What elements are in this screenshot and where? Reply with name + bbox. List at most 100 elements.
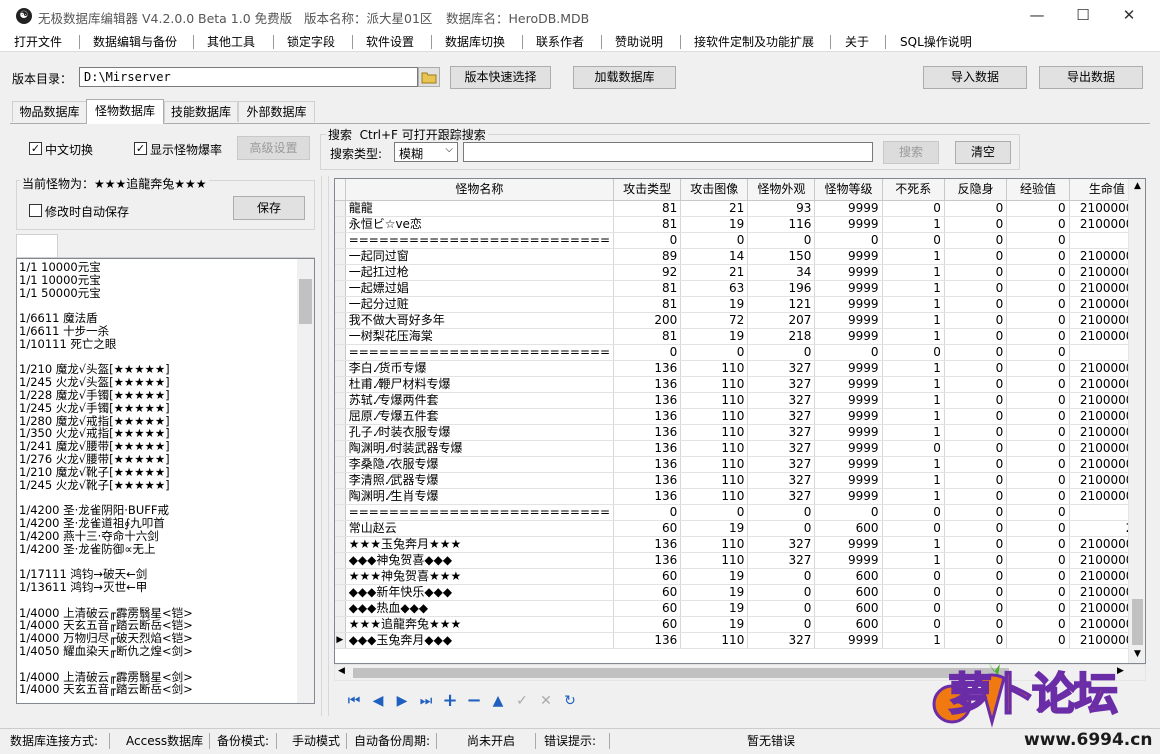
tab-skills-db[interactable]: 技能数据库 <box>164 101 238 122</box>
table-cell[interactable]: 0 <box>747 504 816 521</box>
scroll-thumb[interactable] <box>299 279 312 324</box>
table-cell[interactable]: 0 <box>1006 440 1070 457</box>
table-row[interactable]: 我不做大哥好多年 200 72 207 9999 1 0 0 21000000 <box>335 312 1145 329</box>
table-row[interactable]: ◆◆◆新年快乐◆◆◆ 60 19 0 600 0 0 0 21000000 <box>335 584 1145 601</box>
table-cell[interactable]: 1 <box>882 264 945 281</box>
table-cell[interactable]: 0 <box>814 232 883 249</box>
menu-open-file[interactable]: 打开文件 <box>14 33 62 50</box>
table-cell[interactable]: ◆◆◆神兔贺喜◆◆◆ <box>345 552 615 569</box>
column-header[interactable]: 反隐身 <box>944 179 1008 201</box>
column-header[interactable]: 怪物名称 <box>345 179 615 201</box>
row-indicator[interactable] <box>335 376 346 393</box>
drop-list-item[interactable]: 1/4200 圣·龙雀防御∝无上 <box>19 542 299 556</box>
table-cell[interactable]: 60 <box>613 568 682 585</box>
table-cell[interactable]: 0 <box>944 568 1008 585</box>
table-cell[interactable]: 0 <box>747 616 816 633</box>
table-cell[interactable]: 0 <box>944 296 1008 313</box>
table-cell[interactable]: 1 <box>882 536 945 553</box>
menu-custom-dev[interactable]: 接软件定制及功能扩展 <box>694 33 814 50</box>
table-cell[interactable]: 150 <box>747 248 816 265</box>
table-cell[interactable]: 9999 <box>814 296 883 313</box>
drop-list-item[interactable]: 1/4050 耀血染天╓断仇之煌<剑> <box>19 645 299 658</box>
tab-monster-db[interactable]: 怪物数据库 <box>86 99 164 124</box>
table-cell[interactable]: 110 <box>680 632 749 649</box>
table-row[interactable]: 孔子.⁄时装衣服专爆 136 110 327 9999 1 0 0 21000000 <box>335 424 1145 441</box>
drop-list-item[interactable]: 1/245 火龙√靴子[★★★★★] <box>19 478 299 492</box>
table-cell[interactable]: ========================== <box>345 504 615 521</box>
table-cell[interactable]: 0 <box>1006 520 1070 537</box>
table-cell[interactable]: 0 <box>944 360 1008 377</box>
table-cell[interactable]: 9999 <box>814 200 883 217</box>
table-cell[interactable]: 0 <box>944 536 1008 553</box>
table-cell[interactable]: 0 <box>882 504 945 521</box>
menu-other-tools[interactable]: 其他工具 <box>207 33 255 50</box>
table-cell[interactable]: 0 <box>1006 584 1070 601</box>
tab-items-db[interactable]: 物品数据库 <box>12 101 87 122</box>
table-cell[interactable]: 0 <box>1006 536 1070 553</box>
table-cell[interactable]: 0 <box>1006 264 1070 281</box>
table-cell[interactable]: 136 <box>613 408 682 425</box>
table-row[interactable]: 一起扛过枪 92 21 34 9999 1 0 0 21000000 <box>335 264 1145 281</box>
table-cell[interactable]: 李白.⁄货币专爆 <box>345 360 615 377</box>
refresh-icon[interactable]: ↻ <box>559 690 581 712</box>
table-cell[interactable]: 1 <box>882 456 945 473</box>
row-indicator[interactable] <box>335 536 346 553</box>
table-cell[interactable]: 93 <box>747 200 816 217</box>
table-cell[interactable]: 0 <box>882 440 945 457</box>
table-cell[interactable]: 0 <box>613 232 682 249</box>
table-cell[interactable]: 9999 <box>814 552 883 569</box>
table-cell[interactable]: 72 <box>680 312 749 329</box>
prior-record-icon[interactable]: ◀ <box>367 690 389 712</box>
table-cell[interactable]: 0 <box>944 280 1008 297</box>
table-row[interactable]: ◆◆◆热血◆◆◆ 60 19 0 600 0 0 0 21000000 <box>335 600 1145 617</box>
menu-sql-help[interactable]: SQL操作说明 <box>900 33 972 50</box>
table-cell[interactable]: 327 <box>747 392 816 409</box>
table-cell[interactable]: 60 <box>613 520 682 537</box>
search-type-select[interactable]: 模糊 ⌵ <box>394 142 458 162</box>
post-record-icon[interactable]: ✓ <box>511 690 533 712</box>
table-cell[interactable]: 136 <box>613 392 682 409</box>
row-indicator[interactable] <box>335 232 346 249</box>
advanced-settings-button[interactable]: 高级设置 <box>237 136 310 160</box>
table-cell[interactable]: 0 <box>1006 600 1070 617</box>
table-cell[interactable]: 327 <box>747 536 816 553</box>
table-cell[interactable]: 1 <box>882 632 945 649</box>
table-cell[interactable]: 63 <box>680 280 749 297</box>
load-db-button[interactable]: 加载数据库 <box>573 66 676 89</box>
table-cell[interactable]: 136 <box>613 632 682 649</box>
table-cell[interactable]: 9999 <box>814 632 883 649</box>
table-cell[interactable]: 9999 <box>814 456 883 473</box>
row-indicator[interactable] <box>335 440 346 457</box>
table-cell[interactable]: 327 <box>747 376 816 393</box>
table-cell[interactable]: 327 <box>747 488 816 505</box>
column-header[interactable]: 怪物外观 <box>747 179 816 201</box>
row-indicator[interactable] <box>335 504 346 521</box>
table-cell[interactable]: 0 <box>944 552 1008 569</box>
table-cell[interactable]: 9999 <box>814 280 883 297</box>
table-cell[interactable]: 0 <box>1006 376 1070 393</box>
drop-list-item[interactable]: 1/10111 死亡之眼 <box>19 337 299 351</box>
table-cell[interactable]: 136 <box>613 376 682 393</box>
row-indicator[interactable] <box>335 568 346 585</box>
table-cell[interactable]: 110 <box>680 536 749 553</box>
drop-tab[interactable] <box>16 234 58 258</box>
grid-hscroll-thumb[interactable] <box>353 668 1009 678</box>
table-cell[interactable]: 0 <box>944 520 1008 537</box>
table-cell[interactable]: 一起分过赃 <box>345 296 615 313</box>
table-cell[interactable]: 0 <box>882 344 945 361</box>
browse-folder-button[interactable] <box>418 67 440 87</box>
table-cell[interactable]: 我不做大哥好多年 <box>345 312 615 329</box>
table-row[interactable]: 陶渊明.⁄生肖专爆 136 110 327 9999 1 0 0 21000000 <box>335 488 1145 505</box>
table-cell[interactable]: 1 <box>882 392 945 409</box>
table-cell[interactable]: 19 <box>680 216 749 233</box>
menu-contact-author[interactable]: 联系作者 <box>536 33 584 50</box>
table-cell[interactable]: 0 <box>1006 248 1070 265</box>
row-indicator[interactable] <box>335 296 346 313</box>
table-row[interactable]: 李桑隐.⁄衣服专爆 136 110 327 9999 1 0 0 21000000 <box>335 456 1145 473</box>
version-dir-input[interactable]: D:\Mirserver <box>79 67 418 87</box>
edit-record-icon[interactable]: ▲ <box>487 690 509 712</box>
table-cell[interactable]: 9999 <box>814 248 883 265</box>
table-cell[interactable]: 81 <box>613 328 682 345</box>
table-cell[interactable]: 0 <box>882 232 945 249</box>
table-cell[interactable]: 600 <box>814 600 883 617</box>
